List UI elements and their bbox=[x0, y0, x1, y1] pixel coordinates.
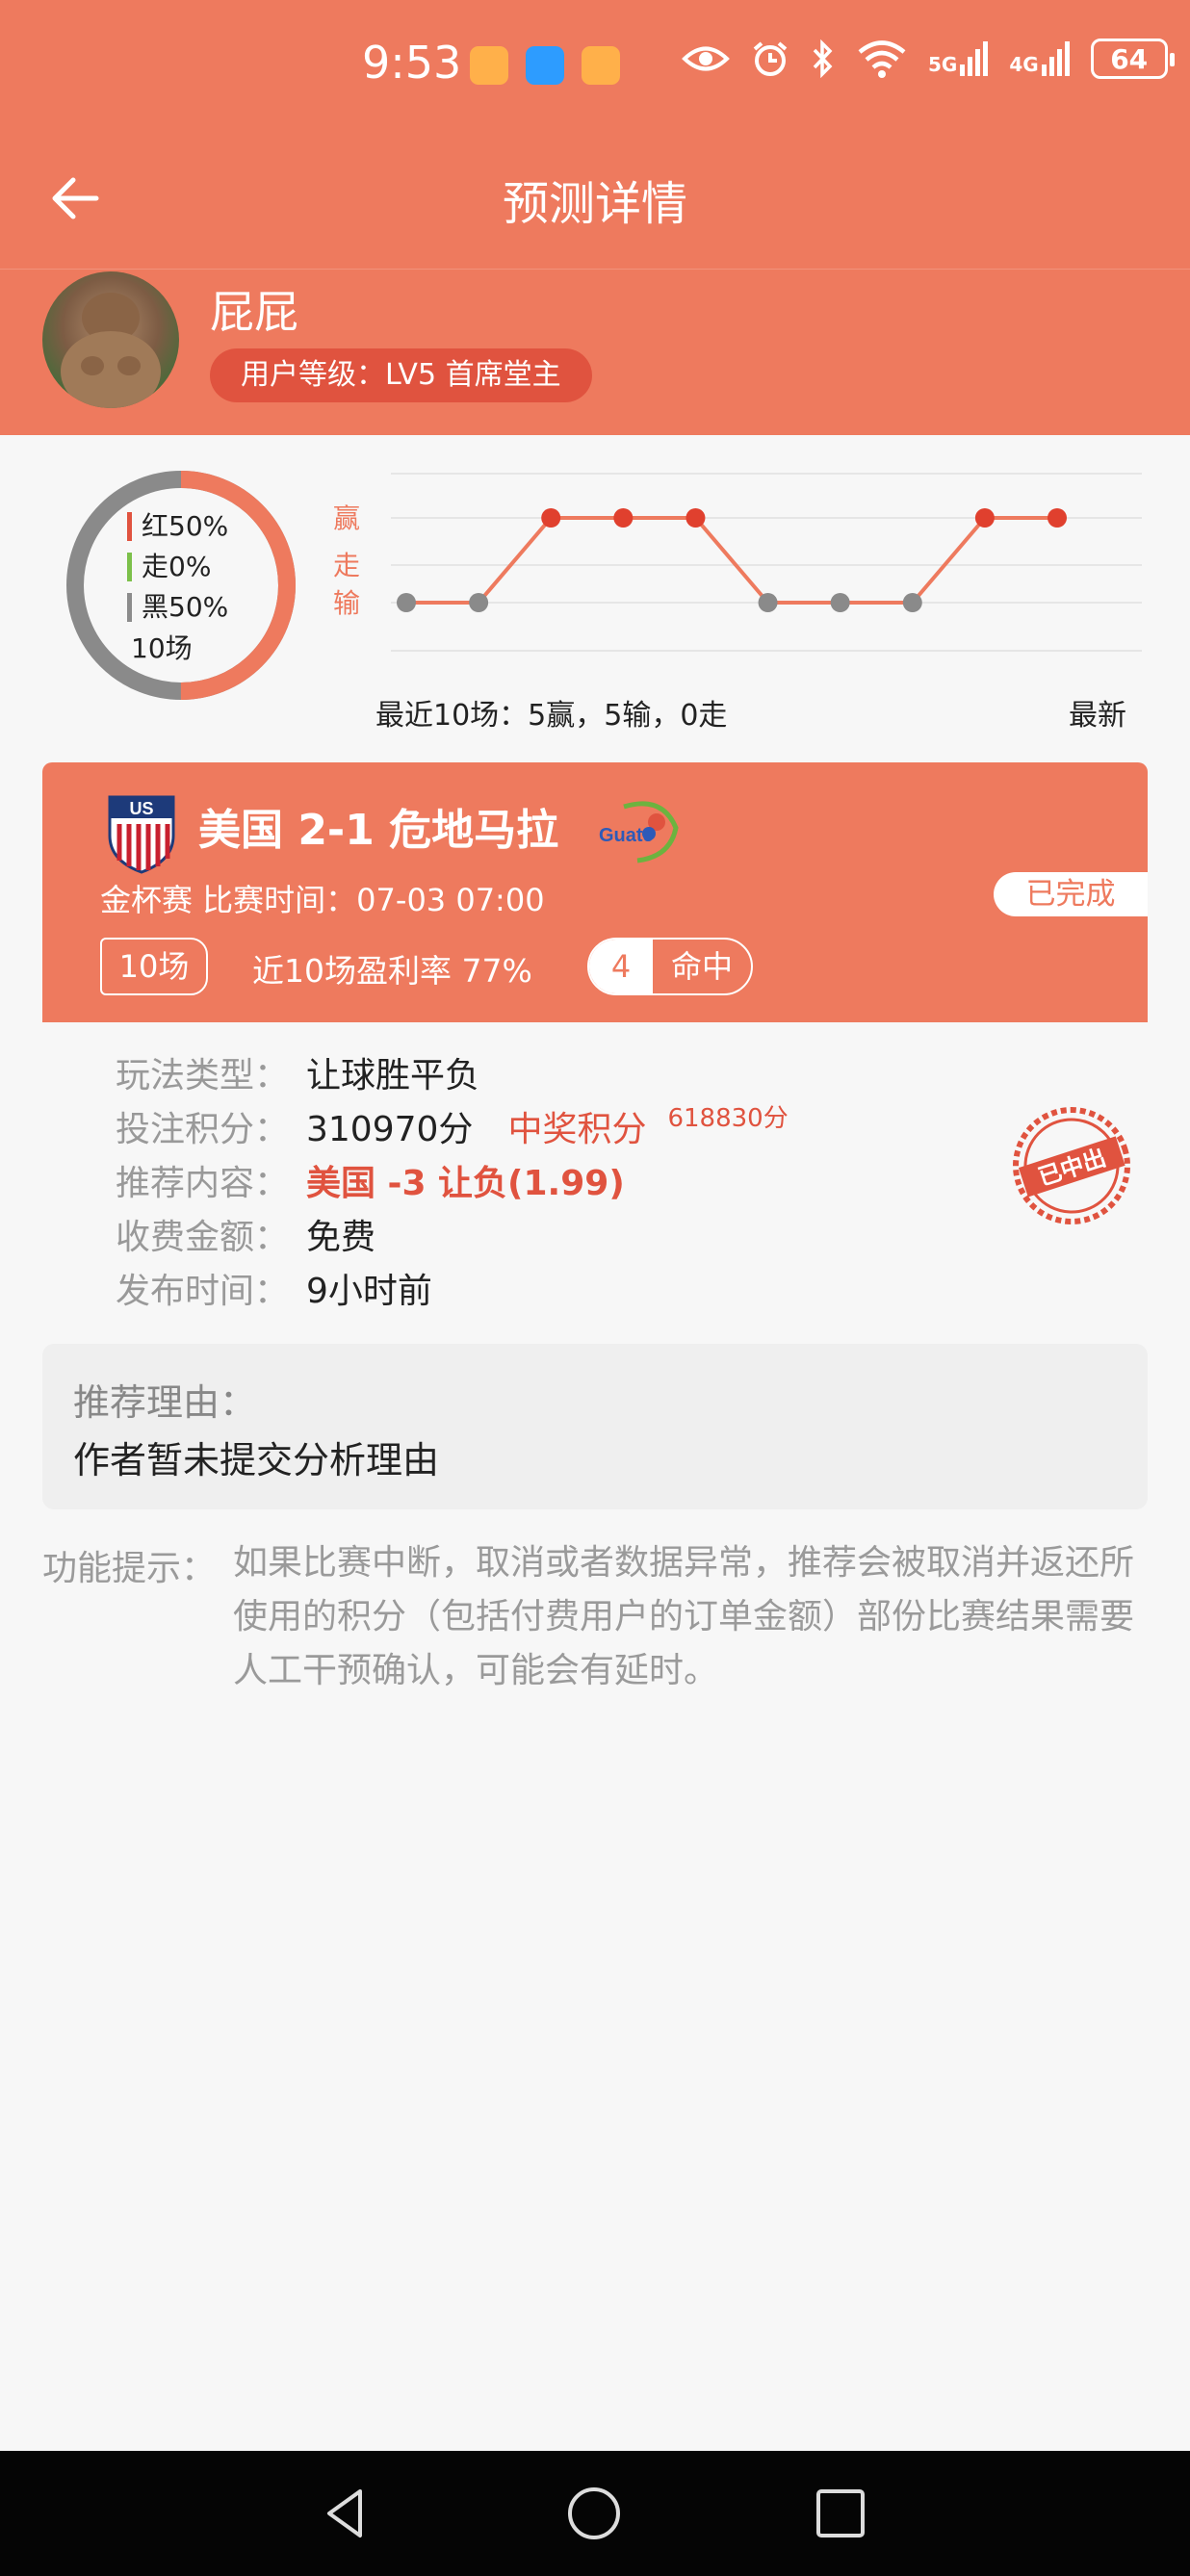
legend-loss: 黑50% bbox=[127, 587, 228, 628]
play-type-label: 玩法类型： bbox=[116, 1056, 290, 1095]
content-label: 推荐内容： bbox=[116, 1164, 290, 1203]
nav-bar: 预测详情 bbox=[0, 135, 1190, 270]
health-app-icon bbox=[470, 46, 508, 85]
match-title: 美国 2-1 危地马拉 bbox=[198, 806, 559, 855]
recent-count-badge: 10场 bbox=[100, 938, 208, 995]
hit-count-label: 命中 bbox=[670, 948, 733, 985]
tip-label: 功能提示： bbox=[42, 1549, 217, 1588]
legend-push-swatch bbox=[127, 553, 132, 581]
avatar-image bbox=[61, 293, 161, 408]
detail-content: 推荐内容： 美国 -3 让负(1.99) bbox=[116, 1157, 789, 1211]
signal-5g-icon: 5G bbox=[928, 41, 989, 76]
match-status-badge: 已完成 bbox=[994, 872, 1148, 916]
hit-count-badge: 4 命中 bbox=[587, 938, 753, 995]
match-meta: 金杯赛 比赛时间：07-03 07:00 bbox=[100, 882, 545, 918]
signal-5g-label: 5G bbox=[928, 53, 958, 76]
prediction-details: 玩法类型： 让球胜平负 投注积分： 310970分 中奖积分 618830分 推… bbox=[116, 1049, 789, 1319]
guatemala-crest-text: Guate bbox=[599, 825, 654, 846]
nav-back-icon[interactable] bbox=[318, 2484, 377, 2543]
message-app-icon bbox=[526, 46, 564, 85]
detail-bet-points: 投注积分： 310970分 中奖积分 618830分 bbox=[116, 1103, 789, 1157]
detail-fee: 收费金额： 免费 bbox=[116, 1211, 789, 1265]
reason-text: 作者暂未提交分析理由 bbox=[73, 1439, 440, 1481]
recommendation-reason: 推荐理由： 作者暂未提交分析理由 bbox=[42, 1344, 1148, 1509]
user-name: 屁屁 bbox=[210, 286, 298, 338]
legend-loss-swatch bbox=[127, 593, 132, 622]
legend-push: 走0% bbox=[127, 547, 228, 587]
page-title: 预测详情 bbox=[502, 177, 687, 231]
match-card[interactable]: US 美国 2-1 危地马拉 Guate 金杯赛 比赛时间：07-03 07:0… bbox=[42, 762, 1148, 1022]
content-value: 美国 -3 让负(1.99) bbox=[306, 1164, 625, 1203]
status-bar: 9:53 5G 4G 64 bbox=[0, 0, 1190, 135]
reason-label: 推荐理由： bbox=[73, 1381, 257, 1424]
system-navigation-bar bbox=[0, 2451, 1190, 2576]
chart-point bbox=[974, 508, 995, 528]
status-time: 9:53 bbox=[362, 37, 462, 89]
alarm-icon bbox=[753, 41, 788, 76]
nav-recents-icon[interactable] bbox=[811, 2484, 870, 2543]
publish-time-label: 发布时间： bbox=[116, 1272, 290, 1311]
chart-series-line bbox=[406, 516, 1057, 605]
usa-crest-icon: US bbox=[108, 795, 175, 874]
chart-point bbox=[469, 593, 489, 612]
signal-4g-label: 4G bbox=[1009, 53, 1039, 76]
legend-win-swatch bbox=[127, 512, 132, 541]
play-type-value: 让球胜平负 bbox=[306, 1056, 480, 1095]
prize-points-label: 中奖积分 bbox=[507, 1110, 647, 1149]
chart-point bbox=[830, 593, 850, 612]
signal-4g-icon: 4G bbox=[1009, 41, 1070, 76]
win-rate-text: 近10场盈利率 77% bbox=[252, 952, 532, 990]
legend-win-label: 红50% bbox=[142, 510, 229, 542]
legend-win: 红50% bbox=[127, 506, 228, 547]
bet-points-label: 投注积分： bbox=[116, 1110, 290, 1149]
bet-points-value: 310970分 bbox=[306, 1110, 474, 1149]
won-stamp-icon: 已中出 bbox=[1013, 1107, 1130, 1224]
chart-point bbox=[397, 593, 416, 612]
avatar[interactable] bbox=[42, 271, 179, 408]
guatemala-crest-icon: Guate bbox=[599, 801, 679, 863]
user-level-badge: 用户等级：LV5 首席堂主 bbox=[210, 348, 592, 402]
nav-home-icon[interactable] bbox=[564, 2484, 624, 2543]
legend-loss-label: 黑50% bbox=[142, 591, 229, 623]
eye-icon bbox=[682, 46, 730, 71]
chart-point bbox=[686, 508, 706, 528]
chart-point bbox=[613, 508, 634, 528]
detail-publish-time: 发布时间： 9小时前 bbox=[116, 1265, 789, 1319]
battery-level: 64 bbox=[1110, 42, 1149, 75]
recent-results-line-chart: 赢走输 bbox=[333, 473, 1142, 652]
chart-point bbox=[902, 593, 922, 612]
fee-value: 免费 bbox=[306, 1218, 376, 1257]
donut-match-count: 10场 bbox=[131, 632, 193, 664]
chart-latest-label: 最新 bbox=[1069, 699, 1126, 733]
usa-crest-text: US bbox=[129, 799, 153, 818]
wifi-icon bbox=[858, 40, 906, 78]
chart-point bbox=[1048, 508, 1067, 528]
chart-point bbox=[758, 593, 778, 612]
publish-time-value: 9小时前 bbox=[306, 1272, 432, 1311]
donut-legend: 红50% 走0% 黑50% bbox=[127, 506, 228, 628]
hit-count-number: 4 bbox=[589, 940, 653, 993]
legend-push-label: 走0% bbox=[142, 551, 212, 582]
chart-y-tick-label: 输 bbox=[333, 587, 360, 619]
status-icons: 5G 4G 64 bbox=[682, 39, 1175, 79]
bluetooth-icon bbox=[813, 39, 833, 78]
prize-points-value: 618830分 bbox=[667, 1104, 789, 1133]
health-app-icon-2 bbox=[582, 46, 620, 85]
chart-caption: 最近10场：5赢，5输，0走 bbox=[375, 699, 728, 733]
chart-point bbox=[541, 508, 561, 528]
tip-text: 如果比赛中断，取消或者数据异常，推荐会被取消并返还所使用的积分（包括付费用户的订… bbox=[233, 1543, 1135, 1690]
chart-y-tick-label: 走 bbox=[333, 550, 360, 581]
fee-label: 收费金额： bbox=[116, 1218, 290, 1257]
battery-icon: 64 bbox=[1090, 39, 1175, 79]
chart-y-tick-label: 赢 bbox=[333, 502, 360, 534]
